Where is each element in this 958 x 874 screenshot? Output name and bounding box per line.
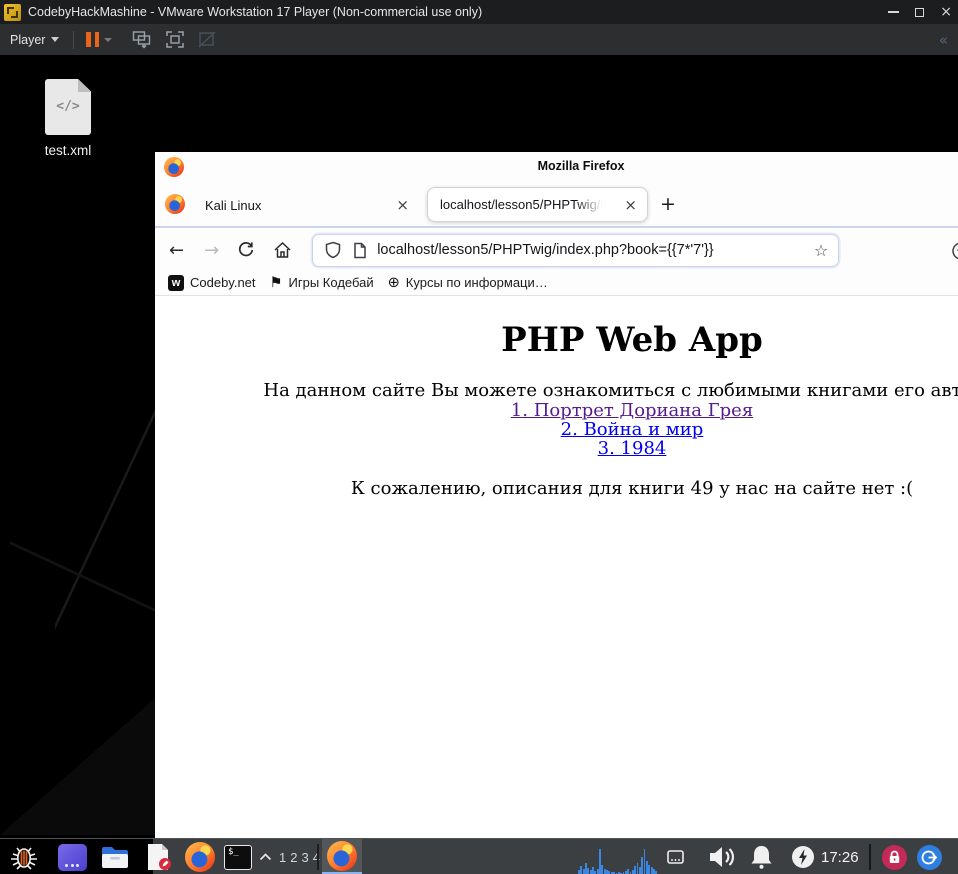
home-button[interactable] [273,241,292,259]
power-manager-tray-icon[interactable] [789,839,817,874]
firefox-taskbar-button-active[interactable] [322,839,362,874]
tab-close-icon[interactable]: × [396,196,409,214]
edit-document-icon [148,844,171,870]
player-menu-label: Player [10,32,46,47]
tab-label: Kali Linux [205,197,262,213]
terminal-launcher[interactable]: $_ [221,839,255,874]
codeby-favicon: w [168,274,184,291]
toolbar-divider [73,30,75,49]
suspend-dropdown-icon[interactable] [104,37,113,42]
url-text[interactable]: localhost/lesson5/PHPTwig/index.php?book… [377,242,713,258]
volume-tray-icon[interactable] [704,839,740,874]
page-title: PHP Web App [501,320,763,360]
clock[interactable]: 17:26 [821,839,859,874]
bookmark-courses[interactable]: ⊕ Курсы по информаци… [388,275,548,291]
collapse-toolbar-button[interactable]: « [939,31,948,49]
firefox-icon [327,840,357,871]
url-bar[interactable]: localhost/lesson5/PHPTwig/index.php?book… [312,233,840,267]
xml-file-icon: </> [45,79,91,135]
terminal-icon: $_ [224,844,252,870]
bookmark-star-icon[interactable]: ☆ [814,241,828,260]
close-button[interactable]: × [940,5,952,19]
bookmarks-toolbar: w Codeby.net ⚑ Игры Кодебай ⊕ Курсы по и… [155,270,958,296]
firefox-window-title: Mozilla Firefox [537,159,625,173]
kali-dragon-icon [11,847,37,870]
chevron-up-icon [259,853,271,861]
lock-icon [881,844,907,870]
new-tab-button[interactable]: + [655,192,681,218]
workspace-1[interactable]: 1 [279,850,286,865]
workspace-2[interactable]: 2 [290,850,297,865]
lock-screen-button[interactable] [879,839,909,874]
text-editor-launcher[interactable] [140,839,178,874]
kali-desktop: </> test.xml Mozilla Firefox Kali Linux … [0,55,958,838]
firefox-icon [164,157,184,177]
player-menu-button[interactable]: Player [10,32,60,47]
folder-icon [102,846,128,868]
page-intro-text: На данном сайте Вы можете ознакомиться с… [263,380,958,401]
logout-session-button[interactable] [914,839,944,874]
navigation-toolbar: ← → localhost/lesson5/PHPTwig/index.php?… [155,230,958,270]
fullscreen-button[interactable] [165,30,185,49]
tray-divider [869,839,871,874]
network-tray-icon[interactable] [664,839,686,874]
bookmark-games[interactable]: ⚑ Игры Кодебай [270,275,374,291]
tab-label: localhost/lesson5/PHPTwig/i [440,197,604,212]
tracking-shield-icon[interactable] [325,241,341,259]
tab-close-icon[interactable]: × [624,196,637,214]
bookmark-label: Курсы по информаци… [405,275,548,290]
vmware-titlebar: CodebyHackMashine - VMware Workstation 1… [0,0,958,24]
suspend-vm-button[interactable] [86,32,100,47]
app-window-icon [57,843,87,871]
chevron-down-icon [51,37,60,42]
panel-divider [317,839,319,874]
vmware-toolbar: Player « [0,24,958,55]
unity-mode-button-disabled [197,30,217,49]
firefox-window: Mozilla Firefox Kali Linux × localhost/l… [155,152,958,838]
tab-kali-linux[interactable]: Kali Linux × [193,188,421,222]
firefox-launcher[interactable] [182,839,218,874]
logout-arrow-icon [916,844,942,870]
forward-button-disabled: → [204,239,220,261]
bookmark-codeby[interactable]: w Codeby.net [168,274,256,291]
book-link-2[interactable]: 2. Война и мир [155,420,958,439]
firefox-icon [165,194,185,214]
bookmark-label: Игры Кодебай [288,275,374,290]
web-page-content: PHP Web App На данном сайте Вы можете оз… [155,297,958,838]
notifications-tray-icon[interactable] [745,839,777,874]
vm-player-window: CodebyHackMashine - VMware Workstation 1… [0,0,958,874]
tab-localhost-active[interactable]: localhost/lesson5/PHPTwig/i × [427,187,648,222]
vmware-window-title: CodebyHackMashine - VMware Workstation 1… [28,5,483,19]
back-button[interactable]: ← [169,240,184,261]
reload-button[interactable] [237,241,255,259]
not-found-message: К сожалению, описания для книги 49 у нас… [350,478,914,499]
desktop-file-testxml[interactable]: </> test.xml [18,79,118,158]
show-more-launchers-button[interactable] [256,839,274,874]
flag-icon: ⚑ [269,274,283,291]
vmware-logo-icon [4,3,21,21]
pocket-icon[interactable] [951,241,958,261]
file-manager-launcher[interactable] [96,839,134,874]
desktop-file-label: test.xml [44,143,92,158]
globe-icon: ⊕ [387,274,400,291]
page-info-icon[interactable] [353,242,367,259]
workspace-switcher[interactable]: 1 2 3 4 [279,839,320,874]
book-link-3[interactable]: 3. 1984 [155,439,958,458]
workspace-3[interactable]: 3 [301,850,308,865]
app-launcher-purple[interactable] [55,839,89,874]
maximize-button[interactable] [915,7,925,17]
firefox-icon [185,842,215,872]
book-link-1[interactable]: 1. Портрет Дориана Грея [155,401,958,420]
bookmark-label: Codeby.net [190,275,256,290]
minimize-button[interactable] [888,11,900,13]
send-to-monitor-button[interactable] [132,30,153,49]
kali-taskbar: $_ 1 2 3 4 17:26 [0,838,958,874]
applications-menu-button[interactable] [0,839,48,874]
system-graph[interactable] [578,839,657,874]
tab-strip: Kali Linux × localhost/lesson5/PHPTwig/i… [155,182,958,228]
firefox-titlebar[interactable]: Mozilla Firefox [155,152,958,182]
